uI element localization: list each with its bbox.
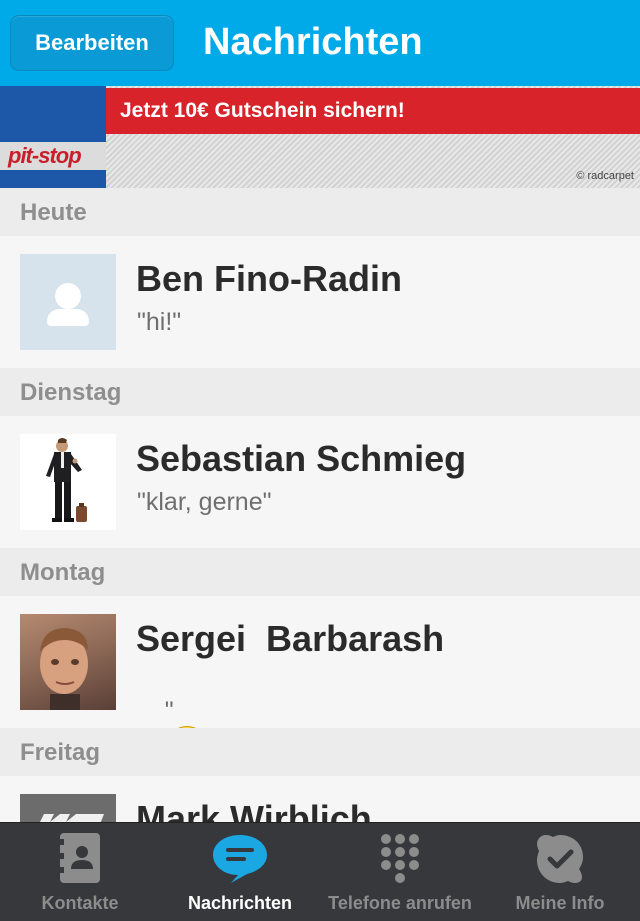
tab-label: Telefone anrufen: [328, 893, 472, 913]
contact-name: Sebastian Schmieg: [136, 438, 467, 479]
edit-button[interactable]: Bearbeiten: [10, 15, 174, 71]
contact-name: Ben Fino-Radin: [136, 258, 402, 299]
default-avatar-icon: [20, 254, 116, 350]
last-message: "hi!": [137, 308, 182, 336]
section-label: Freitag: [20, 739, 101, 766]
contact-name: Sergei Barbarash: [136, 618, 445, 659]
tab-label: Kontakte: [41, 893, 119, 913]
ad-logo-background: [0, 86, 106, 188]
conversation-row[interactable]: Ben Fino-Radin "hi!": [0, 236, 640, 368]
conversation-row[interactable]: Sergei Barbarash " ": [0, 596, 640, 794]
last-message: "klar, gerne": [137, 488, 272, 516]
nav-bar: Bearbeiten Nachrichten: [0, 0, 640, 86]
section-header: Montag: [0, 548, 640, 596]
photo-avatar: [20, 614, 116, 710]
skype-check-icon: [533, 833, 587, 890]
section-label: Heute: [20, 199, 87, 226]
ad-logo: pit-stop: [8, 143, 82, 168]
section-header: Freitag: [0, 728, 640, 776]
section-label: Dienstag: [20, 379, 122, 406]
ad-banner[interactable]: pit-stop Jetzt 10€ Gutschein sichern! © …: [0, 86, 640, 188]
section-header: Dienstag: [0, 368, 640, 416]
section-header: Heute: [0, 188, 640, 236]
tab-label: Nachrichten: [187, 893, 293, 913]
tab-kontakte[interactable]: Kontakte: [0, 823, 160, 921]
tab-telefone-anrufen[interactable]: Telefone anrufen: [320, 823, 480, 921]
section-label: Montag: [20, 559, 106, 586]
contacts-book-icon: [58, 833, 102, 890]
tab-label: Meine Info: [515, 893, 605, 913]
dialpad-icon: [380, 833, 420, 890]
page-title: Nachrichten: [203, 21, 423, 63]
man-in-suit-avatar: [20, 434, 116, 530]
tab-meine-info[interactable]: Meine Info: [480, 823, 640, 921]
chat-bubble-icon: [211, 833, 269, 890]
tab-bar: Kontakte Nachrichten Telefone anrufen Me…: [0, 822, 640, 921]
quote-open: ": [164, 697, 174, 725]
conversation-row[interactable]: Sebastian Schmieg "klar, gerne": [0, 416, 640, 548]
ad-headline: Jetzt 10€ Gutschein sichern!: [120, 99, 405, 122]
ad-credit: © radcarpet: [576, 170, 634, 182]
tab-nachrichten[interactable]: Nachrichten: [160, 823, 320, 921]
